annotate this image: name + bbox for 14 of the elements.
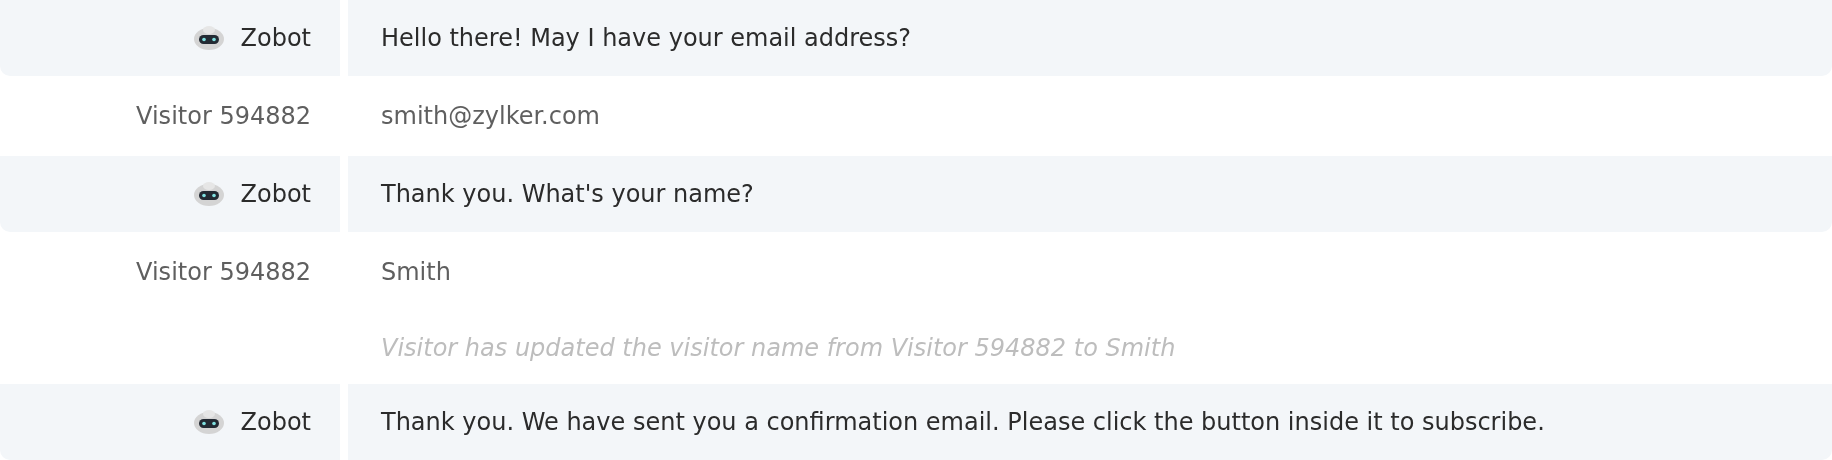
sender-name: Zobot bbox=[240, 408, 311, 436]
sender-name: Zobot bbox=[240, 180, 311, 208]
message-text: Thank you. What's your name? bbox=[381, 180, 754, 208]
robot-icon bbox=[192, 409, 225, 435]
sender-name: Visitor 594882 bbox=[136, 258, 311, 286]
message-text: Thank you. We have sent you a confirmation email. Please click the button inside it to subscribe. bbox=[381, 408, 1545, 436]
message-text: smith@zylker.com bbox=[381, 102, 600, 130]
system-note: Visitor has updated the visitor name from Visitor 594882 to Smith bbox=[381, 334, 1176, 362]
robot-icon bbox=[192, 181, 225, 207]
sender-name: Zobot bbox=[240, 24, 311, 52]
robot-icon bbox=[192, 25, 225, 51]
message-text: Hello there! May I have your email address? bbox=[381, 24, 912, 52]
message-text: Smith bbox=[381, 258, 451, 286]
sender-name: Visitor 594882 bbox=[136, 102, 311, 130]
